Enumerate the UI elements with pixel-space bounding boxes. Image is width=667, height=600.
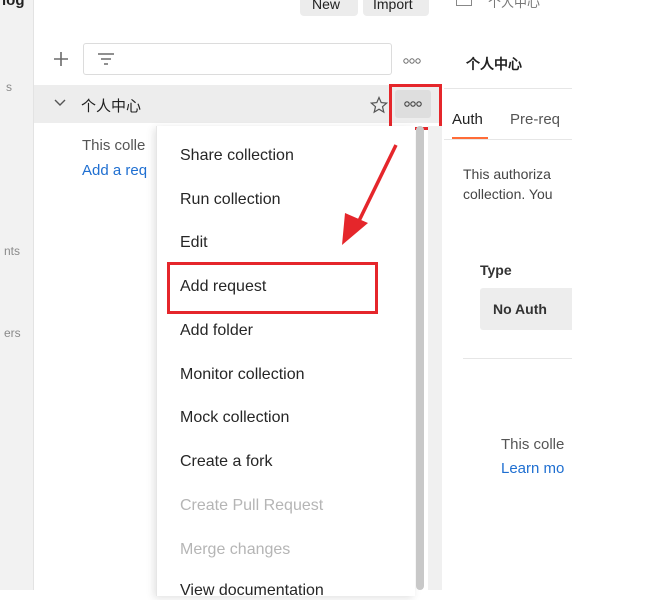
empty-collection-text: This colle bbox=[82, 137, 146, 154]
learn-more-link[interactable]: Learn mo bbox=[501, 460, 564, 477]
star-icon[interactable] bbox=[370, 96, 388, 114]
scrollbar-thumb[interactable] bbox=[416, 126, 424, 590]
empty-state-text: This colle bbox=[501, 436, 565, 453]
auth-type-select[interactable]: No Auth bbox=[480, 288, 572, 330]
menu-item-edit[interactable]: Edit bbox=[180, 234, 208, 252]
menu-item-monitor-collection[interactable]: Monitor collection bbox=[180, 366, 305, 384]
collection-detail-panel: 个人中心 个人中心 Auth Pre-req This authoriza co… bbox=[444, 0, 572, 590]
collection-name[interactable]: 个人中心 bbox=[81, 95, 141, 116]
workspace-title: log bbox=[2, 0, 25, 9]
annotation-arrow bbox=[342, 144, 398, 245]
menu-item-view-documentation[interactable]: View documentation bbox=[180, 582, 324, 600]
new-button[interactable]: New bbox=[300, 0, 358, 16]
type-label: Type bbox=[480, 262, 512, 278]
import-button-label: Import bbox=[373, 0, 413, 12]
add-collection-button[interactable] bbox=[50, 48, 72, 70]
nav-label-mock-servers[interactable]: ers bbox=[4, 326, 21, 340]
nav-label-environments[interactable]: nts bbox=[4, 244, 20, 258]
add-request-link[interactable]: Add a req bbox=[82, 162, 147, 179]
auth-type-value: No Auth bbox=[493, 301, 547, 317]
import-button[interactable]: Import bbox=[363, 0, 429, 16]
new-button-label: New bbox=[312, 0, 341, 12]
auth-description-line2: collection. You bbox=[463, 186, 553, 202]
tab-auth[interactable]: Auth bbox=[452, 111, 483, 128]
menu-item-mock-collection[interactable]: Mock collection bbox=[180, 409, 289, 427]
divider bbox=[444, 139, 572, 140]
auth-description-line1: This authoriza bbox=[463, 166, 551, 182]
collection-icon bbox=[456, 0, 472, 6]
menu-item-create-fork[interactable]: Create a fork bbox=[180, 453, 272, 471]
scroll-track bbox=[428, 126, 442, 590]
menu-item-share-collection[interactable]: Share collection bbox=[180, 147, 294, 165]
divider bbox=[444, 88, 572, 89]
menu-item-merge-changes: Merge changes bbox=[180, 541, 291, 558]
filter-icon[interactable] bbox=[96, 51, 116, 67]
top-header-strip: log New Import bbox=[0, 0, 440, 22]
menu-item-add-folder[interactable]: Add folder bbox=[180, 322, 253, 340]
tab-pre-request[interactable]: Pre-req bbox=[510, 111, 560, 128]
tab-title-fragment: 个人中心 bbox=[488, 0, 541, 10]
divider bbox=[463, 358, 572, 359]
highlight-box-more bbox=[389, 84, 442, 130]
detail-title: 个人中心 bbox=[466, 56, 522, 72]
filter-input[interactable] bbox=[83, 43, 392, 75]
chevron-down-icon[interactable] bbox=[54, 98, 66, 108]
ellipsis-icon bbox=[403, 58, 421, 64]
plus-icon bbox=[54, 52, 68, 66]
highlight-box-add-request bbox=[167, 262, 378, 314]
menu-item-create-pull-request: Create Pull Request bbox=[180, 497, 324, 514]
menu-item-run-collection[interactable]: Run collection bbox=[180, 191, 281, 209]
panel-more-button[interactable] bbox=[402, 53, 422, 71]
left-nav-rail: s nts ers bbox=[0, 0, 34, 590]
nav-label-collections[interactable]: s bbox=[6, 80, 12, 94]
